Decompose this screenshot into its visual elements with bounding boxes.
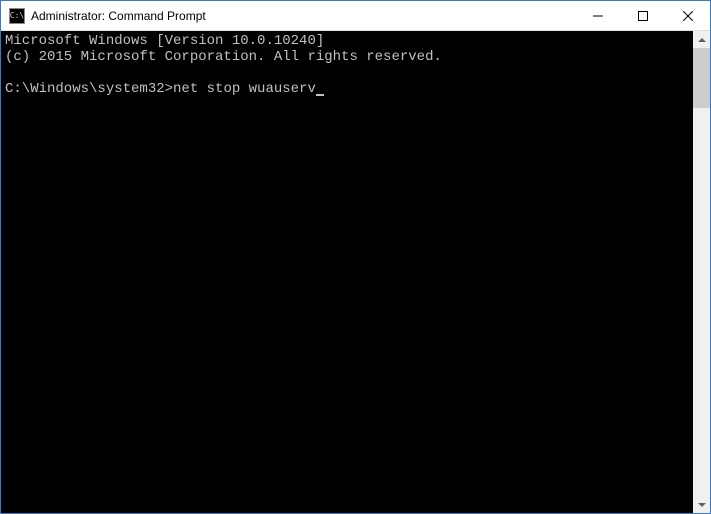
terminal-output[interactable]: Microsoft Windows [Version 10.0.10240] (… bbox=[1, 31, 693, 513]
chevron-down-icon bbox=[698, 503, 706, 507]
minimize-icon bbox=[593, 11, 603, 21]
maximize-button[interactable] bbox=[620, 1, 665, 30]
scroll-track[interactable] bbox=[693, 48, 710, 496]
maximize-icon bbox=[638, 11, 648, 21]
window-controls bbox=[575, 1, 710, 30]
command-input[interactable]: net stop wuauserv bbox=[173, 81, 316, 97]
titlebar[interactable]: C:\ Administrator: Command Prompt bbox=[1, 1, 710, 31]
window-title: Administrator: Command Prompt bbox=[31, 9, 575, 23]
scroll-up-button[interactable] bbox=[693, 31, 710, 48]
close-icon bbox=[683, 11, 693, 21]
scroll-down-button[interactable] bbox=[693, 496, 710, 513]
copyright-line: (c) 2015 Microsoft Corporation. All righ… bbox=[5, 49, 442, 65]
command-prompt-window: C:\ Administrator: Command Prompt Mi bbox=[0, 0, 711, 514]
cursor-icon bbox=[316, 94, 324, 96]
vertical-scrollbar[interactable] bbox=[693, 31, 710, 513]
close-button[interactable] bbox=[665, 1, 710, 30]
minimize-button[interactable] bbox=[575, 1, 620, 30]
version-line: Microsoft Windows [Version 10.0.10240] bbox=[5, 33, 324, 49]
chevron-up-icon bbox=[698, 38, 706, 42]
content-area: Microsoft Windows [Version 10.0.10240] (… bbox=[1, 31, 710, 513]
prompt-text: C:\Windows\system32> bbox=[5, 81, 173, 97]
scroll-thumb[interactable] bbox=[693, 48, 710, 108]
app-icon: C:\ bbox=[9, 8, 25, 24]
